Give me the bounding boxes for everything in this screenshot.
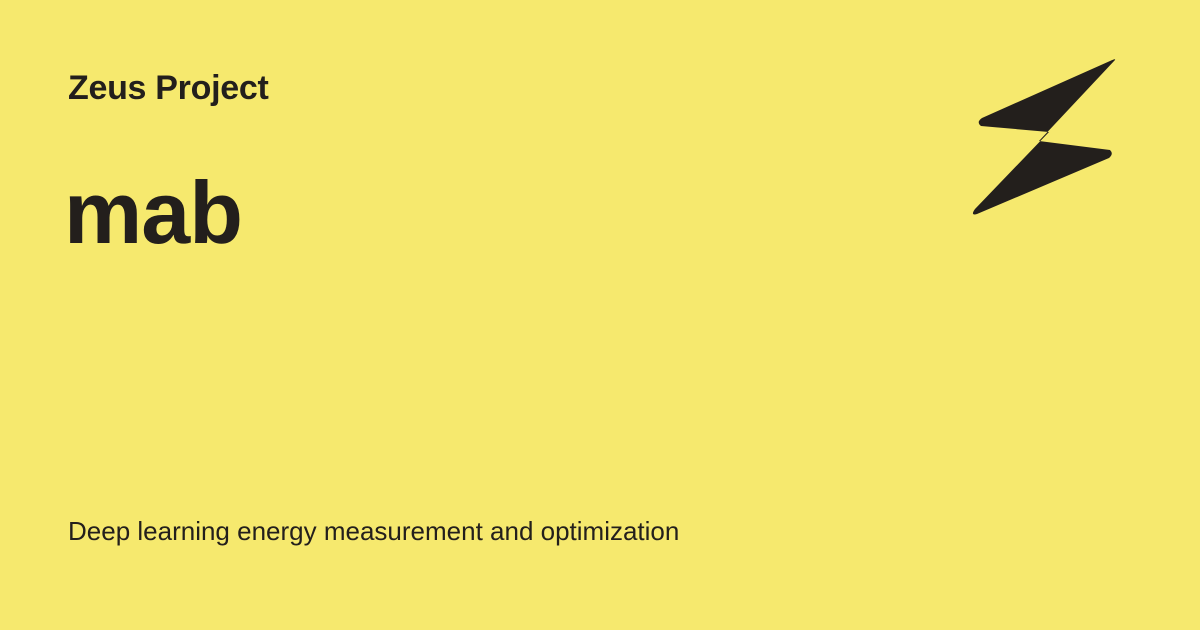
lightning-bolt-icon	[972, 59, 1116, 215]
page-description: Deep learning energy measurement and opt…	[68, 516, 680, 546]
page-title: mab	[64, 163, 243, 262]
site-name: Zeus Project	[68, 69, 269, 107]
social-card: Zeus Project mab Deep learning energy me…	[0, 0, 1200, 630]
